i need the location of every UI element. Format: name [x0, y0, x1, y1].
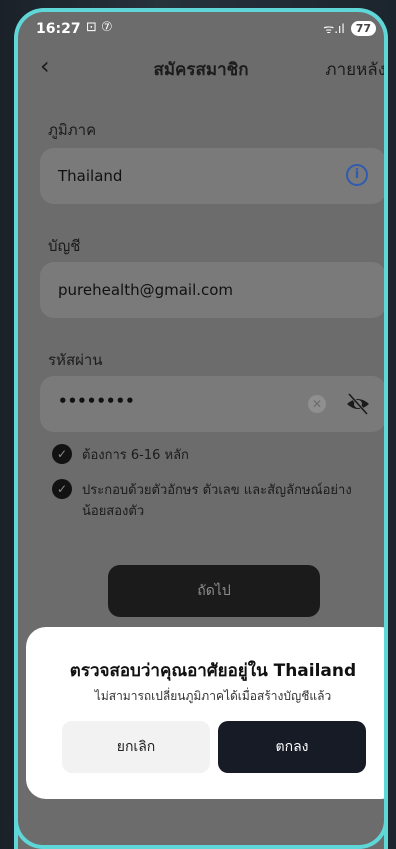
cancel-button[interactable]: ยกเลิก: [62, 721, 210, 773]
rule-length: ✓ ต้องการ 6-16 หลัก: [52, 444, 362, 465]
next-button[interactable]: ถัดไป: [108, 565, 320, 617]
dialog-title: ตรวจสอบว่าคุณอาศัยอยู่ใน Thailand: [69, 661, 357, 681]
email-value: purehealth@gmail.com: [58, 281, 234, 299]
check-icon: ✓: [52, 444, 72, 464]
check-icon: ✓: [52, 479, 72, 499]
phone-frame-bottom: [14, 820, 388, 849]
dialog-subtitle: ไม่สามารถเปลี่ยนภูมิภาคได้เมื่อสร้างบัญช…: [94, 689, 332, 703]
phone-screen: 16:27 ⊡ ⑦ ᯤ.ıl 77 ‹ สมัครสมาชิก ภายหลัง …: [14, 8, 388, 849]
region-label: ภูมิภาค: [48, 121, 97, 139]
region-field[interactable]: Thailand i: [40, 148, 384, 204]
header: ‹ สมัครสมาชิก ภายหลัง: [18, 52, 384, 82]
info-icon[interactable]: i: [346, 164, 368, 186]
password-value: ••••••••: [58, 392, 135, 410]
notification-icons: ⊡ ⑦: [86, 20, 113, 35]
status-bar: 16:27 ⊡ ⑦ ᯤ.ıl 77: [18, 12, 384, 46]
email-field[interactable]: purehealth@gmail.com: [40, 262, 384, 318]
rule-length-text: ต้องการ 6-16 หลัก: [82, 448, 189, 463]
battery-icon: 77: [350, 21, 376, 36]
signal-icon: ᯤ.ıl: [323, 22, 345, 36]
password-label: รหัสผ่าน: [48, 351, 103, 369]
rule-characters: ✓ ประกอบด้วยตัวอักษร ตัวเลข และสัญลักษณ์…: [52, 479, 362, 521]
password-field[interactable]: •••••••• ✕: [40, 376, 384, 432]
rule-characters-text: ประกอบด้วยตัวอักษร ตัวเลข และสัญลักษณ์อย…: [82, 483, 352, 519]
region-confirm-dialog: ตรวจสอบว่าคุณอาศัยอยู่ใน Thailand ไม่สาม…: [26, 627, 384, 799]
confirm-button[interactable]: ตกลง: [218, 721, 366, 773]
account-label: บัญชี: [48, 237, 81, 255]
status-time: 16:27: [36, 21, 81, 37]
clear-icon[interactable]: ✕: [308, 395, 326, 413]
region-value: Thailand: [58, 167, 123, 185]
later-button[interactable]: ภายหลัง: [325, 56, 384, 83]
eye-off-icon[interactable]: [344, 390, 372, 418]
